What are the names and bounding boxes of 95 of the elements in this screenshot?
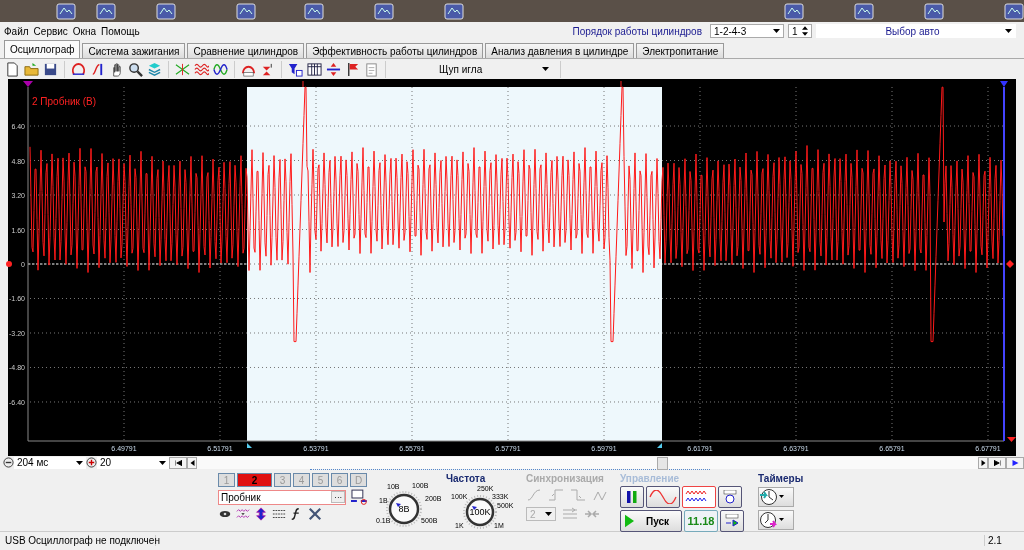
tab[interactable]: Сравнение цилиндров bbox=[187, 43, 305, 58]
desktop-app-icon[interactable] bbox=[854, 2, 874, 20]
probe-select[interactable]: Щуп игла bbox=[399, 61, 555, 77]
desktop-app-icon[interactable] bbox=[56, 2, 76, 20]
right-arrow-icon bbox=[979, 459, 987, 466]
desktop-app-icon[interactable] bbox=[374, 2, 394, 20]
menu-item[interactable]: Помощь bbox=[101, 25, 140, 37]
menu-item[interactable]: Сервис bbox=[33, 25, 68, 37]
zoom-in-icon[interactable] bbox=[86, 457, 97, 468]
pause-icon bbox=[625, 490, 639, 504]
group-title: Синхронизация bbox=[526, 473, 605, 484]
tools-icon[interactable] bbox=[308, 507, 322, 521]
probe-field[interactable]: Пробник ··· bbox=[218, 489, 347, 505]
desktop-app-icon[interactable] bbox=[236, 2, 256, 20]
sine-wave-icon bbox=[649, 490, 677, 504]
cylinder-spinner[interactable]: 1 bbox=[788, 24, 812, 38]
tab[interactable]: Анализ давления в цилиндре bbox=[485, 43, 635, 58]
skip-end-icon bbox=[993, 459, 1001, 466]
probe-settings-icon[interactable] bbox=[350, 489, 368, 505]
menu-item[interactable]: Файл bbox=[4, 25, 29, 37]
desktop-app-icon[interactable] bbox=[1004, 2, 1024, 20]
channel-offset-marker[interactable] bbox=[6, 261, 12, 267]
left-arrow-icon bbox=[188, 459, 196, 466]
tab[interactable]: Система зажигания bbox=[82, 43, 186, 58]
waveform-mode-button[interactable] bbox=[682, 486, 716, 508]
desktop-app-icon[interactable] bbox=[924, 2, 944, 20]
new-file-icon[interactable] bbox=[4, 60, 21, 78]
timer-start-button[interactable] bbox=[758, 487, 794, 507]
car-select[interactable]: Выбор авто bbox=[816, 24, 1016, 38]
menu-item[interactable]: Окна bbox=[72, 25, 97, 37]
zoom-out-icon[interactable] bbox=[3, 457, 14, 468]
zoom-icon[interactable] bbox=[127, 60, 144, 78]
channel-button[interactable]: 2 bbox=[237, 473, 272, 487]
selection-start-marker[interactable] bbox=[247, 443, 252, 448]
clock-arrow-icon bbox=[759, 488, 785, 506]
vertical-arrows-icon[interactable] bbox=[254, 507, 268, 521]
skip-start-icon bbox=[174, 459, 182, 466]
caret-icon bbox=[545, 512, 552, 516]
auto-sync-button[interactable] bbox=[720, 510, 744, 532]
caret-icon bbox=[542, 67, 549, 71]
desktop-app-icon[interactable] bbox=[784, 2, 804, 20]
desktop-app-icon[interactable] bbox=[444, 2, 464, 20]
play-icon bbox=[625, 514, 634, 528]
clock-arrow-icon bbox=[759, 511, 785, 529]
auto-play-icon bbox=[725, 514, 739, 528]
lines-icon[interactable] bbox=[272, 507, 286, 521]
cylinder-order-select[interactable]: 1-2-4-3 bbox=[710, 24, 784, 38]
cursor-marker[interactable] bbox=[1000, 81, 1008, 87]
level-marker[interactable] bbox=[1006, 260, 1014, 268]
group-title: Частота bbox=[446, 473, 487, 484]
caret-icon bbox=[1005, 29, 1012, 33]
desktop-app-icon[interactable] bbox=[156, 2, 176, 20]
desktop-app-icon[interactable] bbox=[304, 2, 324, 20]
caret-icon bbox=[773, 29, 780, 33]
first-button[interactable] bbox=[169, 456, 187, 469]
scroll-thumb[interactable] bbox=[657, 456, 668, 470]
caret-icon bbox=[159, 460, 166, 465]
divider-icon[interactable] bbox=[325, 60, 342, 78]
play-icon bbox=[1011, 459, 1019, 466]
noise-waves-icon[interactable] bbox=[236, 507, 250, 521]
timer-stop-button[interactable] bbox=[758, 510, 794, 530]
step-back-button[interactable] bbox=[187, 456, 197, 469]
last-button[interactable] bbox=[988, 456, 1006, 469]
auto-volt-button[interactable] bbox=[718, 486, 742, 508]
cylinder-order-label: Порядок работы цилиндров bbox=[572, 25, 702, 37]
group-title: Управление bbox=[620, 473, 681, 484]
desktop-app-icon[interactable] bbox=[96, 2, 116, 20]
timebase-select[interactable]: 204 мс bbox=[14, 456, 86, 469]
auto-gauge-icon bbox=[723, 490, 737, 504]
start-button[interactable]: Пуск bbox=[620, 510, 682, 532]
zoom-select[interactable]: 20 bbox=[97, 456, 169, 469]
scroll-marker[interactable] bbox=[1007, 437, 1016, 442]
knob-value: 100K bbox=[468, 507, 492, 517]
trigger-marker[interactable] bbox=[23, 81, 33, 87]
grid-icon[interactable] bbox=[306, 60, 323, 78]
tab[interactable]: Осциллограф bbox=[4, 40, 81, 58]
open-folder-icon[interactable] bbox=[23, 60, 40, 78]
reading-display: 11.18 bbox=[684, 510, 718, 532]
sine-button[interactable] bbox=[646, 486, 680, 508]
version-label: 2.1 bbox=[984, 534, 1024, 546]
pause-button[interactable] bbox=[620, 486, 644, 508]
step-forward-button[interactable] bbox=[978, 456, 988, 469]
play-button[interactable] bbox=[1006, 456, 1024, 469]
channel-label: 2 Пробник (В) bbox=[32, 96, 96, 107]
tab[interactable]: Электропитание bbox=[636, 43, 725, 58]
caret-icon bbox=[76, 460, 83, 465]
arc-arrows-icon[interactable] bbox=[70, 60, 87, 78]
selection-end-marker[interactable] bbox=[657, 443, 662, 448]
spinner-arrows-icon bbox=[802, 26, 808, 36]
knob-value: 8В bbox=[397, 504, 411, 514]
group-title: Таймеры bbox=[758, 473, 805, 484]
clipboard-icon[interactable] bbox=[363, 60, 380, 78]
panel-splitter[interactable] bbox=[310, 469, 710, 472]
browse-button[interactable]: ··· bbox=[331, 491, 346, 503]
tab[interactable]: Эффективность работы цилиндров bbox=[306, 43, 484, 58]
